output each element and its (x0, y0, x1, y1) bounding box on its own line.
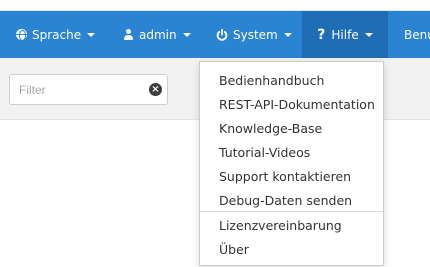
menu-item-debug-daten-senden[interactable]: Debug-Daten senden (200, 189, 383, 212)
menu-item-bedienhandbuch[interactable]: Bedienhandbuch (200, 69, 383, 92)
user-icon (123, 29, 134, 40)
caret-down-icon (283, 32, 292, 37)
menu-divider (200, 211, 383, 212)
nav-sprache-menu[interactable]: Sprache (16, 11, 96, 58)
filter-input[interactable] (10, 75, 140, 104)
menu-item-knowledge-base[interactable]: Knowledge-Base (200, 117, 383, 140)
help-dropdown-menu: Bedienhandbuch REST-API-Dokumentation Kn… (199, 61, 384, 266)
nav-hilfe-menu[interactable]: ? Hilfe (302, 11, 388, 58)
nav-admin-label: admin (139, 27, 177, 42)
clear-filter-icon[interactable]: × (149, 83, 162, 96)
nav-admin-menu[interactable]: admin (123, 11, 191, 58)
power-icon (216, 28, 228, 41)
nav-system-menu[interactable]: System (216, 11, 292, 58)
top-strip (0, 0, 430, 11)
menu-item-tutorial-videos[interactable]: Tutorial-Videos (200, 141, 383, 164)
nav-system-label: System (233, 27, 278, 42)
menu-item-lizenzvereinbarung[interactable]: Lizenzvereinbarung (200, 214, 383, 237)
nav-sprache-label: Sprache (32, 27, 82, 42)
menu-item-support-kontaktieren[interactable]: Support kontaktieren (200, 165, 383, 188)
nav-hilfe-label: Hilfe (331, 27, 359, 42)
globe-icon (16, 29, 27, 41)
filter-field: × (9, 74, 168, 105)
menu-item-ueber[interactable]: Über (200, 238, 383, 261)
nav-benu-label: Benu (404, 27, 430, 42)
caret-down-icon (87, 32, 96, 37)
navbar: Sprache admin System ? Hilfe Benu (0, 11, 430, 58)
caret-down-icon (364, 32, 373, 37)
caret-down-icon (182, 32, 191, 37)
question-mark-icon: ? (317, 26, 326, 43)
menu-item-rest-api-dokumentation[interactable]: REST-API-Dokumentation (200, 93, 383, 116)
nav-benutzer-menu[interactable]: Benu (404, 11, 430, 58)
